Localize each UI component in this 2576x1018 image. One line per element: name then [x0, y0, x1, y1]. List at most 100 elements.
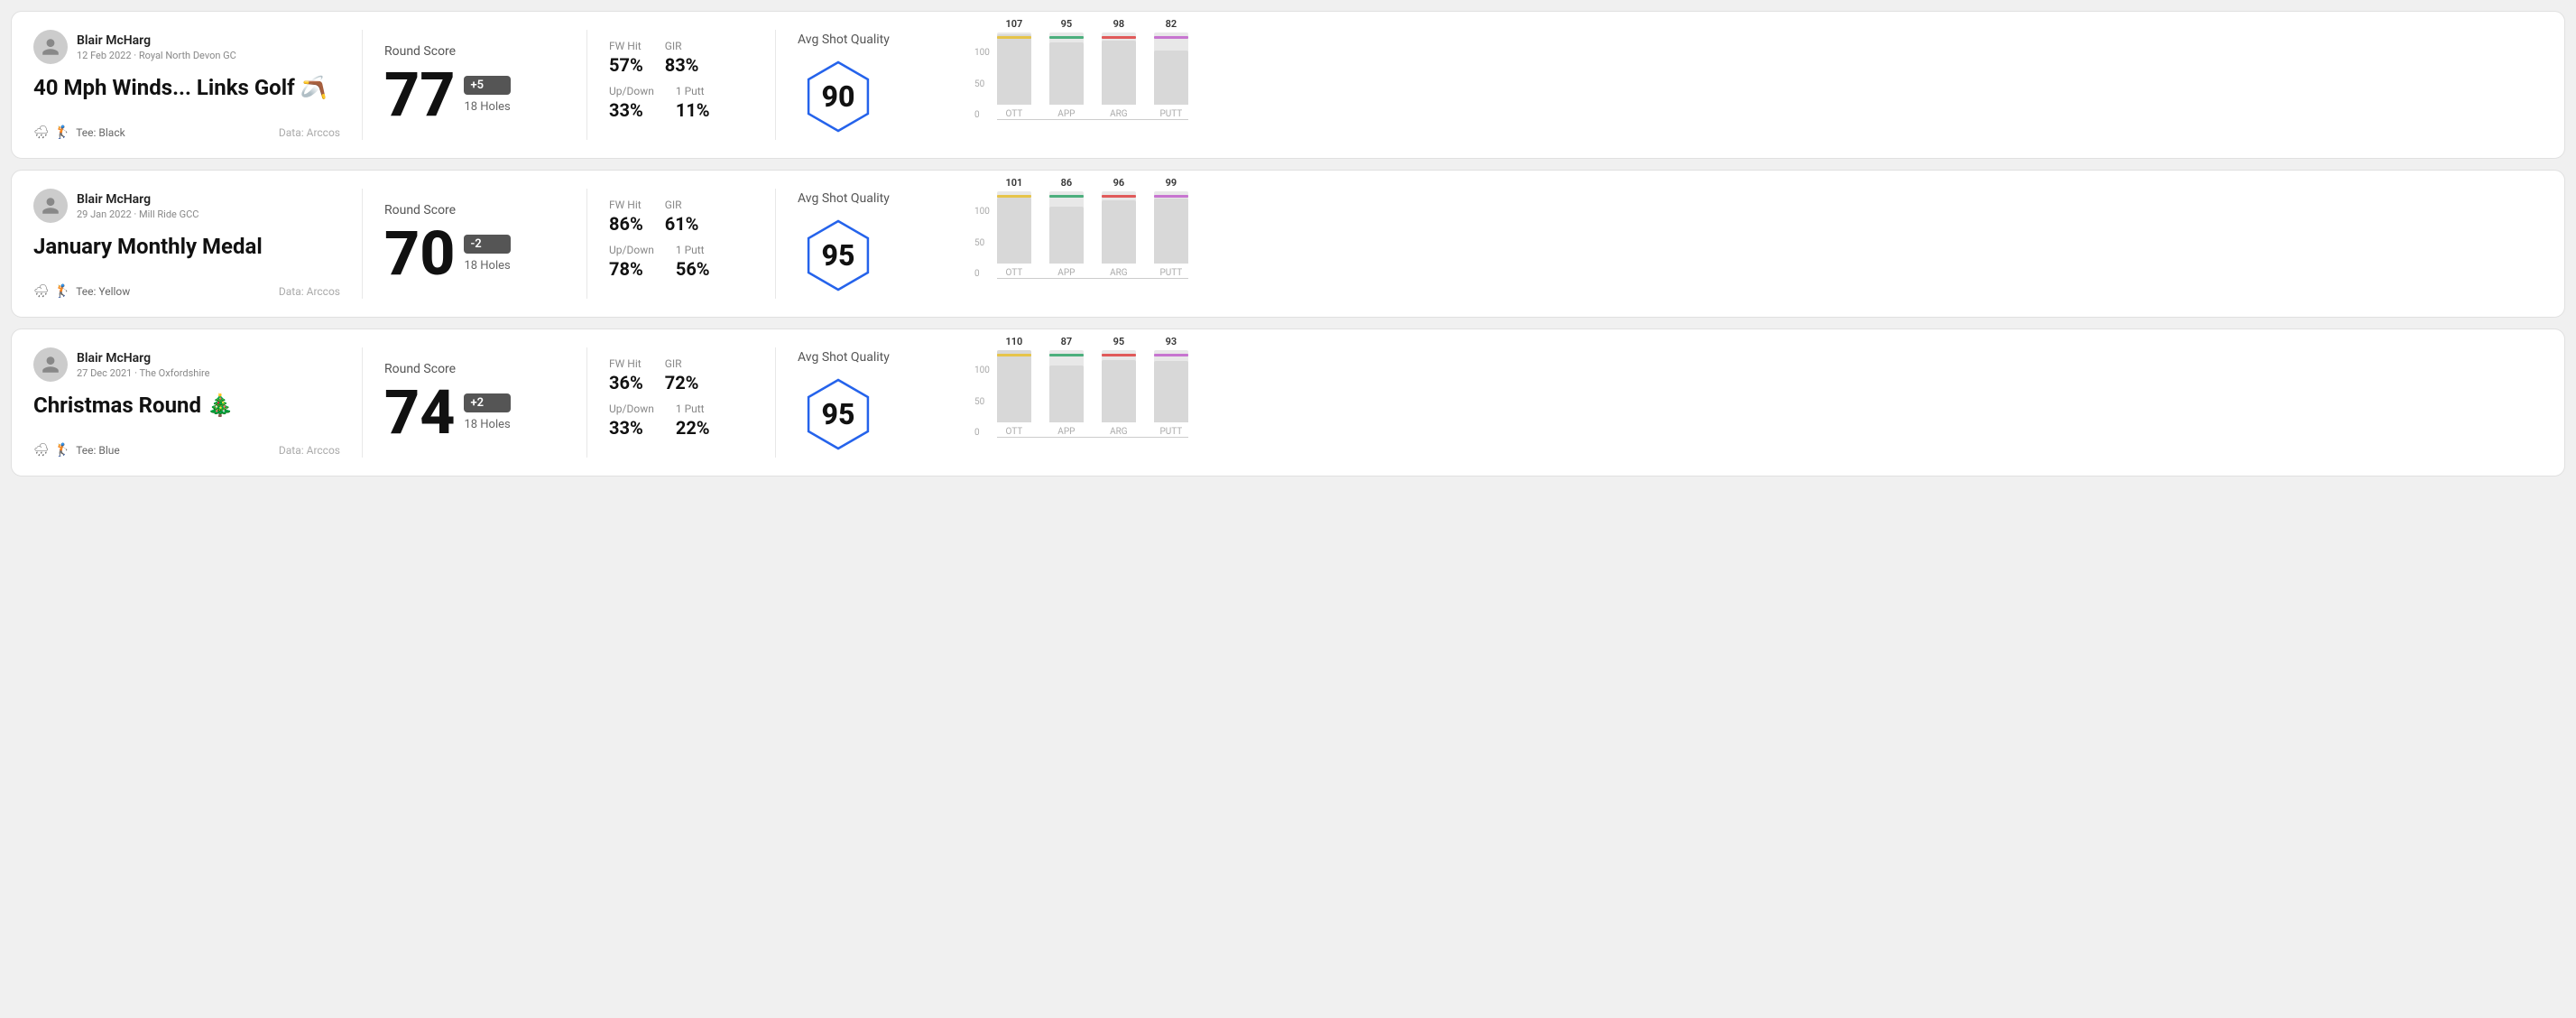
divider-3	[775, 347, 776, 458]
user-details: Blair McHarg 29 Jan 2022 · Mill Ride GCC	[77, 192, 199, 220]
updown-label: Up/Down	[609, 244, 654, 256]
bar-fill	[1154, 199, 1188, 264]
bar-column: 82 PUTT	[1154, 32, 1188, 119]
divider-3	[775, 189, 776, 299]
score-holes: 18 Holes	[464, 259, 510, 273]
stat-updown: Up/Down 78%	[609, 244, 654, 280]
quality-label: Avg Shot Quality	[798, 350, 890, 365]
chart-section: 100 50 0 107 OTT 95 APP	[960, 30, 2543, 140]
bar-column: 101 OTT	[997, 191, 1031, 278]
bar-background	[1049, 350, 1084, 422]
bar-fill	[1102, 360, 1136, 422]
y-label-100: 100	[974, 48, 990, 58]
round-score-label: Round Score	[384, 203, 565, 217]
bar-x-label: APP	[1057, 109, 1075, 119]
stat-gir: GIR 72%	[665, 357, 699, 403]
tee-label: Tee: Yellow	[76, 285, 130, 298]
stat-one-putt: 1 Putt 22%	[676, 403, 710, 448]
bar-background	[1049, 32, 1084, 105]
tee-label: Tee: Black	[76, 126, 125, 139]
weather-icon: 🌧	[33, 125, 50, 140]
chart-y-labels: 100 50 0	[974, 48, 993, 120]
updown-label: Up/Down	[609, 403, 654, 415]
score-meta: +5 18 Holes	[464, 76, 510, 114]
fw-hit-label: FW Hit	[609, 199, 643, 211]
bar-column: 95 ARG	[1102, 350, 1136, 437]
bar-line	[997, 36, 1031, 39]
bar-fill	[1102, 41, 1136, 105]
stat-one-putt: 1 Putt 11%	[676, 85, 710, 130]
bar-x-label: OTT	[1005, 427, 1022, 437]
bar-background	[1154, 350, 1188, 422]
bar-background	[1154, 191, 1188, 264]
stats-pair-top: FW Hit 57% GIR 83%	[609, 40, 753, 85]
tee-info: 🌧 🏌 Tee: Black	[33, 125, 125, 140]
bar-line	[1049, 195, 1084, 198]
score-section: Round Score 70 -2 18 Holes	[384, 189, 565, 299]
y-label-100: 100	[974, 366, 990, 375]
bar-x-label: OTT	[1005, 109, 1022, 119]
hexagon-score: 90	[822, 79, 855, 114]
bar-background	[1049, 191, 1084, 264]
user-date-course: 27 Dec 2021 · The Oxfordshire	[77, 367, 209, 379]
stats-pair-top: FW Hit 86% GIR 61%	[609, 199, 753, 244]
divider-2	[586, 347, 587, 458]
user-name: Blair McHarg	[77, 351, 209, 366]
gir-label: GIR	[665, 199, 699, 211]
bar-x-label: ARG	[1110, 268, 1128, 278]
bar-background	[1102, 191, 1136, 264]
bar-background	[1102, 32, 1136, 105]
bar-value: 82	[1166, 18, 1177, 30]
user-icon	[41, 355, 60, 375]
data-source: Data: Arccos	[279, 444, 340, 457]
round-title: January Monthly Medal	[33, 234, 340, 260]
y-label-0: 0	[974, 269, 990, 279]
user-details: Blair McHarg 27 Dec 2021 · The Oxfordshi…	[77, 351, 209, 379]
stats-pair-bottom: Up/Down 33% 1 Putt 22%	[609, 403, 753, 448]
one-putt-label: 1 Putt	[676, 85, 710, 97]
card-footer: 🌧 🏌 Tee: Yellow Data: Arccos	[33, 284, 340, 299]
fw-hit-label: FW Hit	[609, 40, 643, 52]
bar-value: 110	[1005, 336, 1022, 347]
stat-gir: GIR 61%	[665, 199, 699, 244]
divider-2	[586, 189, 587, 299]
one-putt-label: 1 Putt	[676, 403, 710, 415]
score-meta: -2 18 Holes	[464, 235, 510, 273]
bar-line	[1154, 354, 1188, 356]
round-score-label: Round Score	[384, 44, 565, 59]
bar-line	[1049, 36, 1084, 39]
one-putt-value: 22%	[676, 417, 710, 439]
chart-section: 100 50 0 110 OTT 87 APP	[960, 347, 2543, 458]
chart-wrapper: 100 50 0 110 OTT 87 APP	[974, 347, 2543, 458]
gir-label: GIR	[665, 40, 699, 52]
user-name: Blair McHarg	[77, 192, 199, 207]
user-icon	[41, 196, 60, 216]
bar-value: 107	[1005, 18, 1022, 30]
bar-value: 98	[1113, 18, 1125, 30]
score-diff-badge: +2	[464, 393, 510, 412]
y-label-50: 50	[974, 238, 990, 248]
quality-label: Avg Shot Quality	[798, 191, 890, 206]
tee-label: Tee: Blue	[76, 444, 120, 457]
bar-x-label: PUTT	[1159, 109, 1182, 119]
stats-section: FW Hit 36% GIR 72% Up/Down 33% 1 Putt	[609, 347, 753, 458]
bar-line	[1049, 354, 1084, 356]
round-card: Blair McHarg 27 Dec 2021 · The Oxfordshi…	[11, 329, 2565, 477]
bar-x-label: PUTT	[1159, 427, 1182, 437]
stat-fw-hit: FW Hit 36%	[609, 357, 643, 393]
bar-fill	[997, 198, 1031, 264]
bar-line	[1154, 195, 1188, 198]
stat-updown: Up/Down 33%	[609, 85, 654, 121]
bar-column: 86 APP	[1049, 191, 1084, 278]
bar-value: 93	[1166, 336, 1177, 347]
stat-one-putt: 1 Putt 56%	[676, 244, 710, 289]
bar-fill	[1049, 366, 1084, 422]
bar-x-label: APP	[1057, 268, 1075, 278]
round-title: 40 Mph Winds... Links Golf 🪃	[33, 75, 340, 101]
updown-label: Up/Down	[609, 85, 654, 97]
bar-x-label: ARG	[1110, 109, 1128, 119]
bar-x-label: ARG	[1110, 427, 1128, 437]
bar-line	[997, 354, 1031, 356]
bar-column: 107 OTT	[997, 32, 1031, 119]
bar-x-label: OTT	[1005, 268, 1022, 278]
